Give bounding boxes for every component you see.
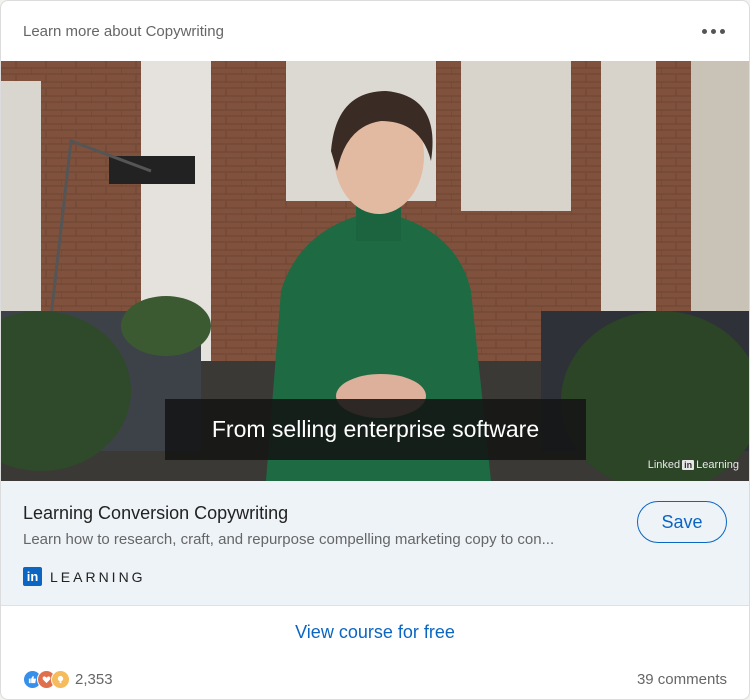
social-counts: 2,353 39 comments: [1, 661, 749, 697]
reactions-count[interactable]: 2,353: [75, 671, 113, 688]
learning-label: LEARNING: [50, 568, 146, 585]
sponsored-course-card: Learn more about Copywriting From sellin…: [0, 0, 750, 700]
video-caption: From selling enterprise software: [165, 399, 586, 460]
course-video-thumbnail[interactable]: From selling enterprise software Linked …: [1, 61, 749, 481]
course-title[interactable]: Learning Conversion Copywriting: [23, 503, 288, 524]
watermark-suffix: Learning: [696, 459, 739, 471]
view-course-link[interactable]: View course for free: [295, 622, 455, 643]
save-button[interactable]: Save: [637, 501, 727, 543]
course-description: Learn how to research, craft, and repurp…: [23, 531, 555, 548]
course-info: Learning Conversion Copywriting Learn ho…: [1, 481, 749, 605]
watermark-brand: Linked: [647, 459, 681, 471]
learning-brand: in LEARNING: [23, 567, 146, 586]
cta-row: View course for free: [1, 606, 749, 658]
more-options-icon[interactable]: [702, 19, 725, 43]
linkedin-learning-watermark: Linked in Learning: [648, 459, 739, 471]
insightful-icon: [51, 669, 70, 689]
card-header-title: Learn more about Copywriting: [23, 22, 224, 40]
linkedin-logo-icon: in: [23, 567, 42, 586]
comments-count[interactable]: 39 comments: [637, 671, 727, 688]
watermark-in-logo: in: [682, 460, 695, 470]
reactions-summary[interactable]: 2,353: [23, 669, 113, 689]
card-header: Learn more about Copywriting: [1, 1, 749, 61]
